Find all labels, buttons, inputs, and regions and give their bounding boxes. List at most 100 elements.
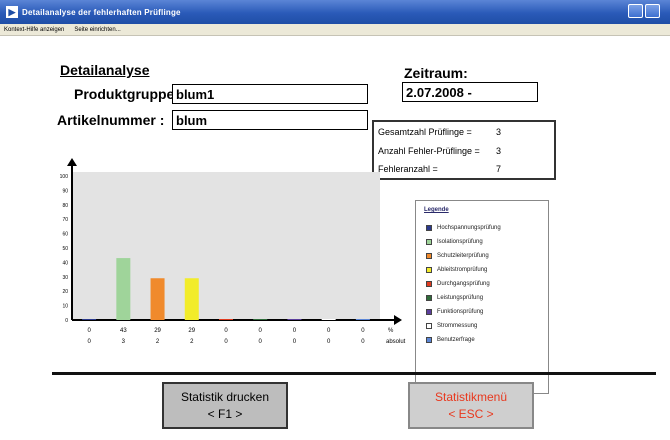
artikelnummer-label: Artikelnummer :	[57, 112, 165, 128]
legend-swatch	[426, 239, 432, 245]
zeitraum-field[interactable]: 2.07.2008 -	[402, 82, 538, 102]
bar	[116, 258, 131, 320]
y-tick-label: 100	[60, 174, 69, 180]
percent-label: 29	[188, 328, 195, 334]
title-bar: ▶ Detailanalyse der fehlerhaften Prüflin…	[0, 0, 670, 24]
y-tick-label: 70	[62, 217, 68, 223]
stat-value: 3	[496, 127, 502, 137]
percent-label: 43	[120, 328, 127, 334]
absolute-label: 3	[122, 339, 126, 345]
produktgruppe-label: Produktgruppe :	[74, 86, 183, 102]
menu-bar: Kontext-Hilfe anzeigen Seite einrichten.…	[0, 24, 670, 36]
absolute-row-label: absolut	[386, 339, 406, 345]
bar	[219, 319, 233, 320]
window-controls	[628, 4, 660, 18]
legend-item: Ableitstromprüfung	[426, 267, 487, 273]
legend-swatch	[426, 295, 432, 301]
statistics-menu-button[interactable]: Statistikmenü < ESC >	[408, 382, 534, 429]
bar	[355, 319, 370, 320]
bar-chart: 0102030405060708090100004332922920000000…	[60, 158, 406, 345]
absolute-label: 0	[224, 339, 228, 345]
legend-swatch	[426, 253, 432, 259]
legend-label: Leistungsprüfung	[437, 295, 484, 301]
produktgruppe-field[interactable]: blum1	[172, 84, 368, 104]
y-axis-arrow	[67, 158, 77, 166]
restore-button[interactable]	[628, 4, 643, 18]
absolute-label: 0	[327, 339, 331, 345]
menu-button-shortcut: < ESC >	[448, 406, 494, 421]
y-tick-label: 40	[62, 260, 68, 266]
legend-swatch	[426, 267, 432, 273]
print-statistics-button[interactable]: Statistik drucken < F1 >	[162, 382, 288, 429]
legend-swatch	[426, 309, 432, 315]
y-tick-label: 0	[65, 318, 68, 324]
menu-item-page-setup[interactable]: Seite einrichten...	[74, 27, 120, 33]
y-tick-label: 90	[62, 188, 68, 194]
x-axis-arrow	[394, 315, 402, 325]
legend-label: Ableitstromprüfung	[437, 267, 488, 273]
percent-label: 0	[293, 328, 297, 334]
legend-label: Hochspannungsprüfung	[437, 225, 501, 231]
print-button-label: Statistik drucken	[180, 389, 270, 404]
absolute-label: 0	[361, 339, 365, 345]
legend-swatch	[426, 337, 432, 343]
bar	[253, 319, 268, 320]
menu-button-label: Statistikmenü	[434, 389, 508, 404]
artikelnummer-field[interactable]: blum	[172, 110, 368, 130]
legend-item: Durchgangsprüfung	[426, 281, 490, 287]
page-title: Detailanalyse	[60, 62, 150, 78]
legend-label: Schutzleiterprüfung	[437, 253, 489, 259]
legend-item: Strommessung	[426, 323, 477, 329]
legend-item: Benutzerfrage	[426, 337, 475, 343]
absolute-label: 0	[87, 339, 91, 345]
absolute-label: 0	[293, 339, 297, 345]
legend-item: Funktionsprüfung	[426, 309, 483, 315]
percent-label: 0	[327, 328, 331, 334]
legend-swatch	[426, 323, 432, 329]
legend-label: Benutzerfrage	[437, 337, 475, 343]
stat-value: 7	[496, 164, 502, 174]
legend-item: Leistungsprüfung	[426, 295, 483, 301]
percent-label: 0	[87, 328, 91, 334]
stat-value: 3	[496, 146, 502, 156]
zeitraum-label: Zeitraum:	[404, 65, 468, 81]
legend-label: Strommessung	[437, 323, 478, 329]
y-tick-label: 60	[62, 232, 68, 238]
legend-swatch	[426, 281, 432, 287]
bar	[287, 319, 302, 320]
legend-label: Durchgangsprüfung	[437, 281, 490, 287]
percent-label: 0	[361, 328, 365, 334]
chart-legend: Legende Hochspannungsprüfung Isolationspr…	[415, 200, 549, 394]
legend-item: Hochspannungsprüfung	[426, 225, 501, 231]
stat-label: Anzahl Fehler-Prüflinge =	[378, 146, 480, 156]
legend-item: Isolationsprüfung	[426, 239, 483, 245]
menu-item-context-help[interactable]: Kontext-Hilfe anzeigen	[4, 27, 64, 33]
y-tick-label: 50	[62, 246, 68, 252]
absolute-label: 2	[190, 339, 194, 345]
legend-title: Legende	[424, 207, 449, 213]
close-button[interactable]	[645, 4, 660, 18]
y-tick-label: 20	[62, 289, 68, 295]
main-content: Detailanalyse Produktgruppe : blum1 Arti…	[10, 36, 660, 440]
bar	[150, 278, 165, 320]
legend-label: Isolationsprüfung	[437, 239, 483, 245]
absolute-label: 2	[156, 339, 160, 345]
absolute-label: 0	[259, 339, 263, 345]
percent-label: 0	[259, 328, 263, 334]
legend-item: Schutzleiterprüfung	[426, 253, 489, 259]
print-button-shortcut: < F1 >	[207, 406, 243, 421]
bar	[184, 278, 199, 320]
legend-label: Funktionsprüfung	[437, 309, 484, 315]
percent-label: 29	[154, 328, 161, 334]
window-title: Detailanalyse der fehlerhaften Prüflinge	[22, 7, 181, 17]
y-tick-label: 30	[62, 275, 68, 281]
percent-label: 0	[224, 328, 228, 334]
legend-swatch	[426, 225, 432, 231]
percent-row-label: %	[388, 328, 394, 334]
y-tick-label: 80	[62, 203, 68, 209]
bar	[321, 319, 336, 320]
stat-label: Gesamtzahl Prüflinge =	[378, 127, 472, 137]
y-tick-label: 10	[62, 304, 68, 310]
divider	[52, 372, 656, 375]
bar	[82, 319, 97, 320]
